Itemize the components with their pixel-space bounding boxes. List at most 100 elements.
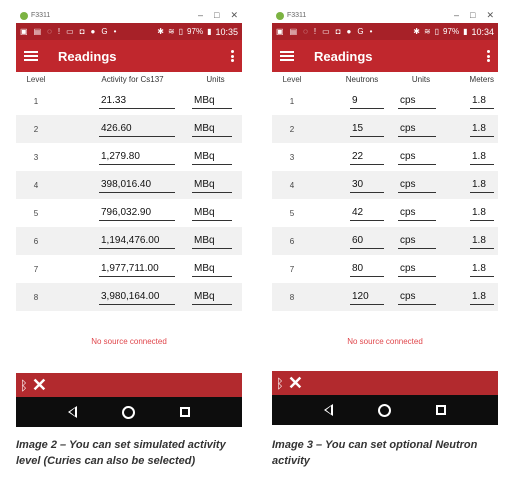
app-title: Readings — [314, 48, 373, 64]
google-icon: G — [357, 27, 364, 36]
units-select[interactable]: MBq — [192, 233, 232, 249]
units-select[interactable]: MBq — [192, 205, 232, 221]
window-title-bar: F3311 – □ ✕ — [272, 8, 498, 23]
neutrons-input[interactable]: 22 — [350, 149, 384, 165]
home-icon[interactable] — [377, 403, 391, 417]
table-row: 5 796,032.90 MBq — [16, 199, 242, 227]
activity-input[interactable]: 398,016.40 — [99, 177, 175, 193]
activity-input[interactable]: 1,279.80 — [99, 149, 175, 165]
window-title: F3311 — [31, 12, 51, 19]
dot-icon: • — [369, 27, 373, 36]
table-row: 1 21.33 MBq — [16, 87, 242, 115]
android-app-icon — [20, 11, 28, 20]
units-select[interactable]: MBq — [192, 149, 232, 165]
location-icon: ◌ — [303, 27, 308, 36]
recents-icon[interactable] — [435, 405, 446, 415]
close-x-icon[interactable]: ✕ — [288, 373, 303, 394]
bookmark-icon: ◘ — [79, 27, 85, 36]
meters-input[interactable]: 1.8 — [470, 121, 494, 137]
bluetooth-bar: ᛒ ✕ — [272, 371, 498, 395]
hamburger-menu-icon[interactable] — [280, 51, 294, 61]
close-icon[interactable]: ✕ — [486, 10, 494, 21]
close-icon[interactable]: ✕ — [230, 10, 238, 21]
info-icon: ● — [90, 27, 96, 36]
activity-input[interactable]: 796,032.90 — [99, 205, 175, 221]
minimize-icon[interactable]: – — [198, 10, 203, 21]
battery-percent: 97% — [443, 27, 460, 36]
table-row: 8 120 cps 1.8 — [272, 283, 498, 311]
level-label: 3 — [33, 152, 39, 162]
units-select[interactable]: cps — [398, 149, 436, 165]
units-select[interactable]: cps — [398, 233, 436, 249]
status-bar: ▣ ▤ ◌ ! ▭ ◘ ● G • ✱ ≋ ▯ 97% ▮ 10:35 — [16, 23, 242, 40]
wifi-icon: ≋ — [423, 27, 431, 36]
table-row: 3 1,279.80 MBq — [16, 143, 242, 171]
caption-right: Image 3 – You can set optional Neutron a… — [272, 439, 478, 467]
bluetooth-bar: ᛒ ✕ — [16, 373, 242, 397]
units-select[interactable]: MBq — [192, 177, 232, 193]
units-select[interactable]: cps — [398, 93, 436, 109]
activity-input[interactable]: 3,980,164.00 — [99, 289, 175, 305]
android-nav-bar — [272, 395, 498, 425]
back-icon[interactable] — [68, 406, 78, 418]
units-select[interactable]: cps — [398, 121, 436, 137]
units-select[interactable]: cps — [398, 205, 436, 221]
activity-input[interactable]: 21.33 — [99, 93, 175, 109]
header-meters: Meters — [469, 75, 494, 84]
minimize-icon[interactable]: – — [454, 10, 459, 21]
units-select[interactable]: MBq — [192, 121, 232, 137]
table-row: 4 30 cps 1.8 — [272, 171, 498, 199]
maximize-icon[interactable]: □ — [214, 10, 219, 21]
meters-input[interactable]: 1.8 — [470, 177, 494, 193]
activity-input[interactable]: 426.60 — [99, 121, 175, 137]
overflow-menu-icon[interactable] — [487, 50, 490, 62]
table-row: 4 398,016.40 MBq — [16, 171, 242, 199]
overflow-menu-icon[interactable] — [231, 50, 234, 62]
neutrons-input[interactable]: 15 — [350, 121, 384, 137]
app-bar: Readings — [16, 40, 242, 72]
alert-icon: ! — [313, 27, 317, 36]
meters-input[interactable]: 1.8 — [470, 149, 494, 165]
meters-input[interactable]: 1.8 — [470, 233, 494, 249]
photo-icon: ▣ — [20, 27, 28, 36]
units-select[interactable]: MBq — [192, 289, 232, 305]
meters-input[interactable]: 1.8 — [470, 93, 494, 109]
recents-icon[interactable] — [179, 407, 190, 417]
no-source-message: No source connected — [91, 336, 167, 346]
bluetooth-icon[interactable]: ᛒ — [276, 376, 284, 391]
units-select[interactable]: cps — [398, 289, 436, 305]
neutrons-input[interactable]: 42 — [350, 205, 384, 221]
table-row: 7 80 cps 1.8 — [272, 255, 498, 283]
level-label: 7 — [33, 264, 39, 274]
info-icon: ● — [346, 27, 352, 36]
units-select[interactable]: cps — [398, 177, 436, 193]
home-icon[interactable] — [121, 405, 135, 419]
neutrons-input[interactable]: 80 — [350, 261, 384, 277]
meters-input[interactable]: 1.8 — [470, 289, 494, 305]
hamburger-menu-icon[interactable] — [24, 51, 38, 61]
table-row: 8 3,980,164.00 MBq — [16, 283, 242, 311]
screenshot-right: F3311 – □ ✕ ▣ ▤ ◌ ! ▭ ◘ ● G • ✱ ≋ ▯ 97% … — [272, 8, 498, 371]
app-title: Readings — [58, 48, 117, 64]
back-icon[interactable] — [324, 404, 334, 416]
meters-input[interactable]: 1.8 — [470, 205, 494, 221]
clock: 10:35 — [215, 26, 238, 37]
neutrons-input[interactable]: 9 — [350, 93, 384, 109]
meters-input[interactable]: 1.8 — [470, 261, 494, 277]
activity-input[interactable]: 1,194,476.00 — [99, 233, 175, 249]
maximize-icon[interactable]: □ — [470, 10, 475, 21]
units-select[interactable]: cps — [398, 261, 436, 277]
bluetooth-icon[interactable]: ᛒ — [20, 378, 28, 393]
units-select[interactable]: MBq — [192, 93, 232, 109]
close-x-icon[interactable]: ✕ — [32, 375, 47, 396]
header-activity: Activity for Cs137 — [101, 75, 164, 84]
units-select[interactable]: MBq — [192, 261, 232, 277]
header-units: Units — [206, 75, 225, 84]
level-label: 2 — [33, 124, 39, 134]
level-label: 4 — [33, 180, 39, 190]
activity-input[interactable]: 1,977,711.00 — [99, 261, 175, 277]
neutrons-input[interactable]: 120 — [350, 289, 384, 305]
battery-icon: ▮ — [207, 27, 212, 36]
neutrons-input[interactable]: 30 — [350, 177, 384, 193]
neutrons-input[interactable]: 60 — [350, 233, 384, 249]
